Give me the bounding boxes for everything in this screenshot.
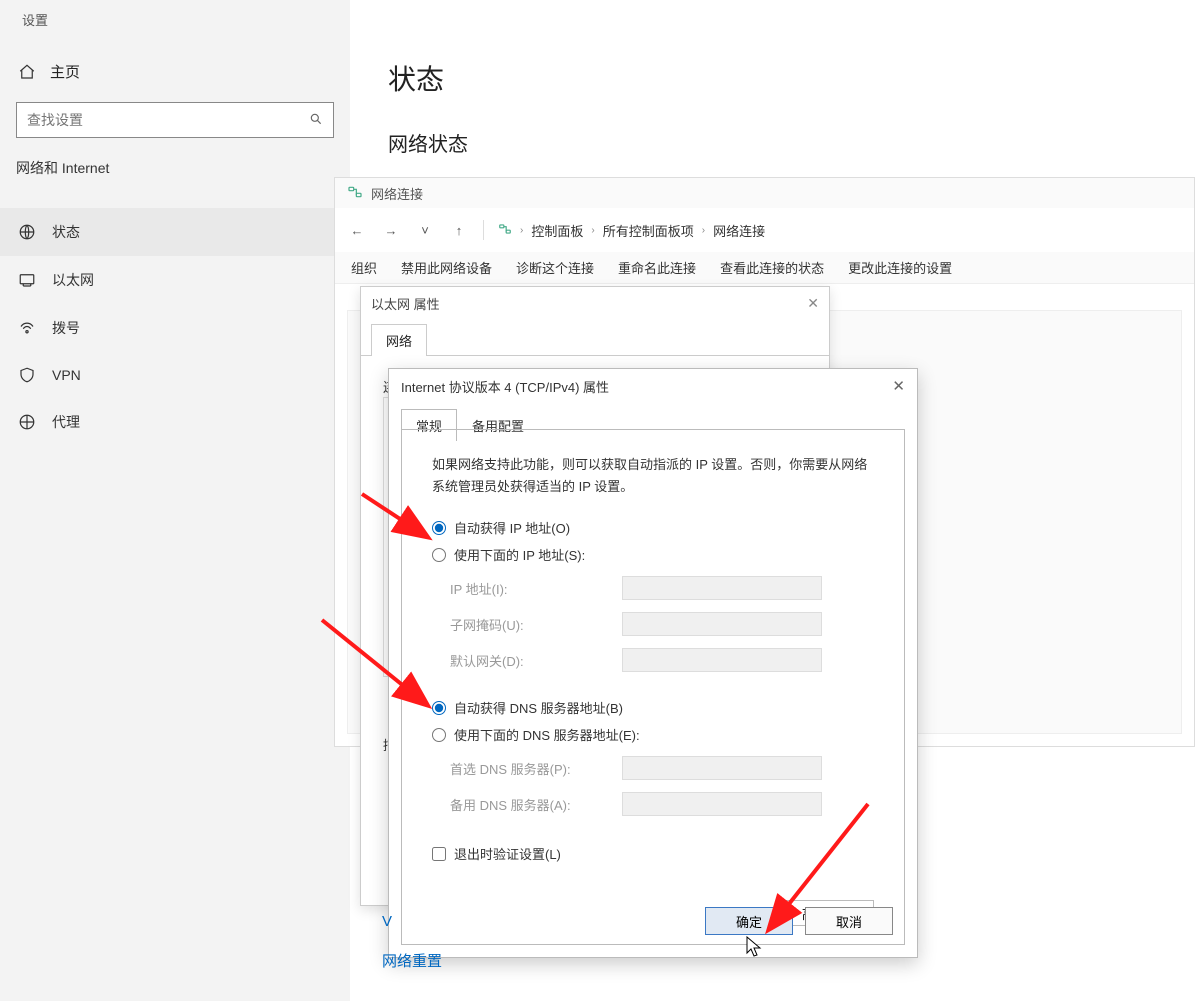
vpn-icon [18,366,36,384]
bottom-links: V 网络重置 [382,893,442,971]
radio-manual-ip-label: 使用下面的 IP 地址(S): [454,545,585,564]
radio-auto-ip-label: 自动获得 IP 地址(O) [454,518,570,537]
breadcrumb-item[interactable]: 网络连接 [713,221,765,240]
network-icon [347,184,363,203]
sidebar-item-vpn[interactable]: VPN [0,352,350,398]
radio-manual-ip-row[interactable]: 使用下面的 IP 地址(S): [432,545,874,564]
link-network-reset[interactable]: 网络重置 [382,950,442,971]
dialog-body: 如果网络支持此功能，则可以获取自动指派的 IP 设置。否则，你需要从网络系统管理… [401,429,905,945]
sidebar-item-ethernet[interactable]: 以太网 [0,256,350,304]
dns-primary-input [622,756,822,780]
page-title: 状态 [350,0,1195,128]
nav-separator [483,220,484,240]
dialog-title: 以太网 属性 [371,294,440,313]
subnet-row: 子网掩码(U): [432,612,874,636]
sidebar-home-label: 主页 [50,61,80,82]
validate-on-exit-row[interactable]: 退出时验证设置(L) [432,844,874,863]
sidebar-item-proxy[interactable]: 代理 [0,398,350,446]
dns-primary-row: 首选 DNS 服务器(P): [432,756,874,780]
radio-manual-dns[interactable] [432,728,446,742]
radio-auto-ip[interactable] [432,521,446,535]
sidebar-item-dialup[interactable]: 拨号 [0,304,350,352]
close-icon[interactable]: ✕ [807,295,819,312]
status-icon [18,223,36,241]
tab-network[interactable]: 网络 [371,324,427,356]
sidebar-item-label: 代理 [52,412,80,432]
ok-button[interactable]: 确定 [705,907,793,935]
gateway-input [622,648,822,672]
ipv4-properties-dialog: Internet 协议版本 4 (TCP/IPv4) 属性 ✕ 常规 备用配置 … [388,368,918,958]
breadcrumb-icon [498,222,512,239]
radio-manual-ip[interactable] [432,548,446,562]
chevron-right-icon: › [591,225,594,236]
sidebar-item-label: VPN [52,367,81,383]
subnet-input [622,612,822,636]
sidebar-item-label: 拨号 [52,318,80,338]
sidebar-item-label: 以太网 [52,270,94,290]
ethernet-icon [18,271,36,289]
gateway-row: 默认网关(D): [432,648,874,672]
validate-on-exit-label: 退出时验证设置(L) [454,844,561,863]
chevron-right-icon: › [520,225,523,236]
chevron-right-icon: › [702,225,705,236]
dns-secondary-row: 备用 DNS 服务器(A): [432,792,874,816]
nav-recent-icon[interactable]: ˅ [415,220,435,240]
proxy-icon [18,413,36,431]
search-icon [309,112,323,129]
dialog-titlebar[interactable]: Internet 协议版本 4 (TCP/IPv4) 属性 ✕ [389,369,917,403]
subnet-label: 子网掩码(U): [432,615,622,634]
radio-manual-dns-label: 使用下面的 DNS 服务器地址(E): [454,725,640,744]
dialog-tabstrip: 网络 [361,319,829,356]
dialog-button-row: 确定 取消 [705,907,893,935]
settings-sidebar: 设置 主页 网络和 Internet 状态 以太网 [0,0,350,1001]
sidebar-item-label: 状态 [52,222,80,242]
dialog-titlebar[interactable]: 以太网 属性 ✕ [361,287,829,319]
settings-search-input[interactable] [27,112,309,128]
dns-primary-label: 首选 DNS 服务器(P): [432,759,622,778]
sidebar-item-status[interactable]: 状态 [0,208,350,256]
radio-auto-dns[interactable] [432,701,446,715]
dns-secondary-label: 备用 DNS 服务器(A): [432,795,622,814]
gateway-label: 默认网关(D): [432,651,622,670]
radio-auto-dns-label: 自动获得 DNS 服务器地址(B) [454,698,623,717]
toolbar-disable[interactable]: 禁用此网络设备 [401,258,492,277]
ip-address-row: IP 地址(I): [432,576,874,600]
radio-auto-ip-row[interactable]: 自动获得 IP 地址(O) [432,518,874,537]
sidebar-home[interactable]: 主页 [0,51,350,92]
settings-search[interactable] [16,102,334,138]
breadcrumb-item[interactable]: 控制面板 [531,221,583,240]
radio-auto-dns-row[interactable]: 自动获得 DNS 服务器地址(B) [432,698,874,717]
link-v[interactable]: V [382,913,442,930]
close-icon[interactable]: ✕ [892,377,905,395]
toolbar-status[interactable]: 查看此连接的状态 [720,258,824,277]
toolbar-rename[interactable]: 重命名此连接 [618,258,696,277]
ip-address-input [622,576,822,600]
dialog-title: Internet 协议版本 4 (TCP/IPv4) 属性 [401,377,609,396]
toolbar-change[interactable]: 更改此连接的设置 [848,258,952,277]
home-icon [18,63,36,81]
toolbar-diagnose[interactable]: 诊断这个连接 [516,258,594,277]
window-titlebar[interactable]: 网络连接 [335,178,1194,208]
explorer-navbar: ← → ˅ ↑ › 控制面板 › 所有控制面板项 › 网络连接 [335,208,1194,252]
dns-secondary-input [622,792,822,816]
breadcrumb[interactable]: › 控制面板 › 所有控制面板项 › 网络连接 [498,221,765,240]
radio-manual-dns-row[interactable]: 使用下面的 DNS 服务器地址(E): [432,725,874,744]
nav-forward-icon[interactable]: → [381,220,401,240]
ip-address-label: IP 地址(I): [432,579,622,598]
breadcrumb-item[interactable]: 所有控制面板项 [603,221,694,240]
explorer-toolbar: 组织 禁用此网络设备 诊断这个连接 重命名此连接 查看此连接的状态 更改此连接的… [335,252,1194,284]
settings-app-title: 设置 [0,0,350,51]
toolbar-organize[interactable]: 组织 [351,258,377,277]
nav-up-icon[interactable]: ↑ [449,220,469,240]
nav-back-icon[interactable]: ← [347,220,367,240]
dialup-icon [18,319,36,337]
cancel-button[interactable]: 取消 [805,907,893,935]
sidebar-category: 网络和 Internet [0,158,350,208]
window-title: 网络连接 [371,184,423,203]
info-text: 如果网络支持此功能，则可以获取自动指派的 IP 设置。否则，你需要从网络系统管理… [432,454,874,498]
sidebar-items: 状态 以太网 拨号 VPN 代理 [0,208,350,446]
validate-on-exit-checkbox[interactable] [432,847,446,861]
